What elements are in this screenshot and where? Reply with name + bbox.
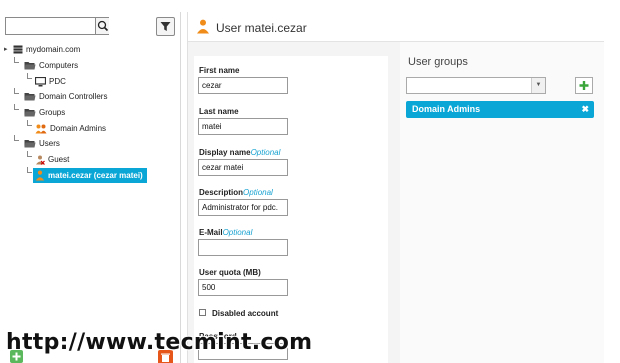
user-quota-field[interactable]: 500 <box>198 279 288 296</box>
tree-node-groups[interactable]: Groups <box>24 105 65 120</box>
display-name-label: Display nameOptional <box>199 148 280 157</box>
watermark: http://www.tecmint.com <box>6 330 313 355</box>
tree-node-selected-user[interactable]: matei.cezar (cezar matei) <box>33 168 147 183</box>
tree-node-label: Guest <box>48 155 70 164</box>
email-label: E-MailOptional <box>199 228 252 237</box>
folder-open-icon <box>24 109 36 117</box>
tree-node-label: Domain Controllers <box>39 92 108 101</box>
folder-open-icon <box>24 62 36 70</box>
search-button[interactable] <box>95 18 109 34</box>
last-name-label: Last name <box>199 107 239 116</box>
tree-node-label: mydomain.com <box>26 45 81 54</box>
plus-icon <box>579 81 589 90</box>
tree-node-root[interactable]: mydomain.com <box>13 42 80 57</box>
tree-node-label: Domain Admins <box>50 124 107 133</box>
display-name-label-text: Display name <box>199 148 251 157</box>
last-name-field[interactable]: matei <box>198 118 288 135</box>
tree-node-domain-controllers[interactable]: Domain Controllers <box>24 89 107 104</box>
optional-hint: Optional <box>243 188 273 197</box>
monitor-icon <box>35 76 46 86</box>
display-name-field[interactable]: cezar matei <box>198 159 288 176</box>
collapse-toggle[interactable]: ▸ <box>4 45 8 53</box>
search-icon <box>97 20 109 32</box>
description-label-text: Description <box>199 188 244 197</box>
tree-node-label: Groups <box>39 108 66 117</box>
filter-icon <box>160 22 171 31</box>
group-icon <box>35 124 47 133</box>
email-label-text: E-Mail <box>199 228 223 237</box>
tree-node-label: matei.cezar (cezar matei) <box>48 171 143 180</box>
server-icon <box>13 45 23 54</box>
user-groups-panel: User groups ▼ Domain Admins ✖ <box>400 42 604 363</box>
add-group-button[interactable] <box>575 77 593 94</box>
optional-hint: Optional <box>222 228 253 237</box>
user-disabled-icon <box>36 155 45 165</box>
email-field[interactable] <box>198 239 288 256</box>
tree-node-domain-admins[interactable]: Domain Admins <box>35 121 106 136</box>
tree-node-computers[interactable]: Computers <box>24 58 78 73</box>
user-detail-pane: User matei.cezar First name cezar Last n… <box>187 12 604 363</box>
first-name-field[interactable]: cezar <box>198 77 288 94</box>
tree-node-label: Users <box>39 139 60 148</box>
disabled-account-label: Disabled account <box>212 309 279 318</box>
description-field[interactable]: Administrator for pdc. <box>198 199 288 216</box>
user-groups-title: User groups <box>408 56 468 68</box>
optional-hint: Optional <box>250 148 281 157</box>
group-chip-domain-admins: Domain Admins ✖ <box>406 101 594 118</box>
detail-header: User matei.cezar <box>188 12 604 42</box>
tree-node-users[interactable]: Users <box>24 136 60 151</box>
group-select[interactable]: ▼ <box>406 77 546 94</box>
user-quota-label: User quota (MB) <box>199 268 261 277</box>
disabled-account-checkbox[interactable] <box>199 309 206 316</box>
tree-node-pdc[interactable]: PDC <box>35 74 66 89</box>
filter-button[interactable] <box>156 17 175 36</box>
remove-group-icon[interactable]: ✖ <box>581 101 589 118</box>
tree-node-label: PDC <box>49 77 66 86</box>
group-chip-label: Domain Admins <box>412 104 481 114</box>
folder-open-icon <box>24 140 36 148</box>
tree-node-label: Computers <box>39 61 79 70</box>
chevron-down-icon[interactable]: ▼ <box>531 78 545 93</box>
folder-open-icon <box>24 93 36 101</box>
description-label: DescriptionOptional <box>199 188 273 197</box>
tree-pane: ▸ mydomain.com Computers PDC Domain Cont… <box>0 12 181 363</box>
user-form: First name cezar Last name matei Display… <box>194 56 388 363</box>
page-title: User matei.cezar <box>216 21 307 35</box>
user-icon <box>35 170 45 181</box>
user-icon <box>197 19 209 34</box>
tree-node-guest[interactable]: Guest <box>35 152 69 167</box>
search-input[interactable] <box>5 17 109 35</box>
first-name-label: First name <box>199 66 240 75</box>
